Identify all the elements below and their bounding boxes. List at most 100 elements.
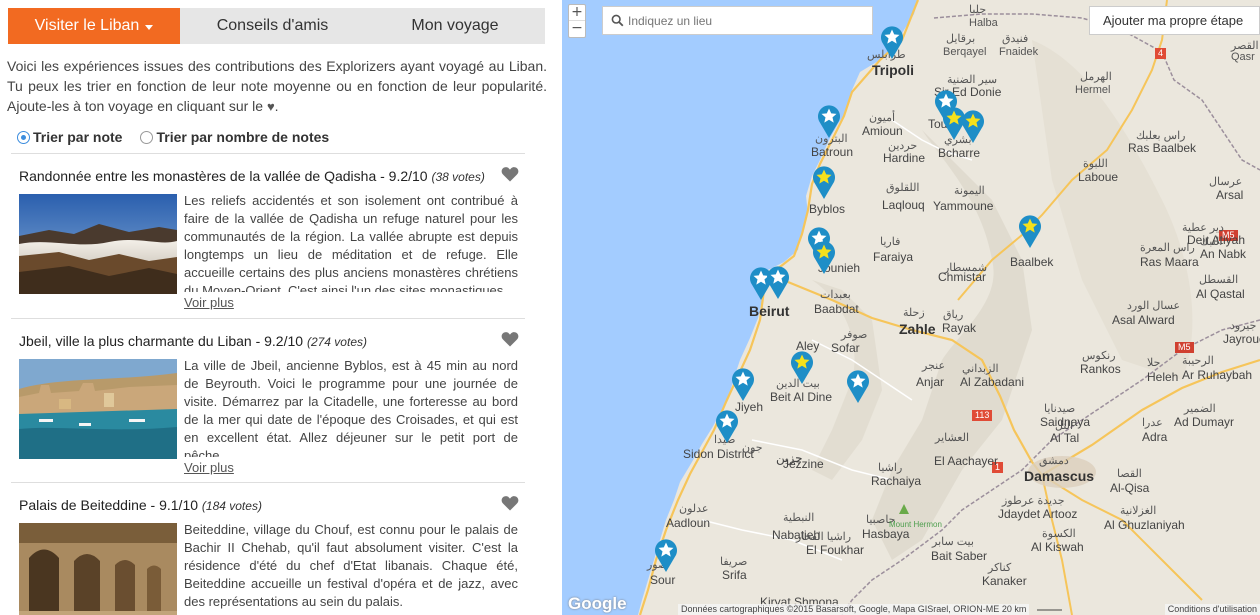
radio-selected-icon xyxy=(17,130,30,144)
place-label: عدرا xyxy=(1142,417,1163,429)
map[interactable]: 4 M5 M5 113 1 حلبا Halba طرابلس Tripoli … xyxy=(562,0,1260,615)
add-own-step-button[interactable]: Ajouter ma propre étape xyxy=(1089,6,1260,35)
place-label: Anjar xyxy=(916,375,945,389)
place-label: Qasr xyxy=(1231,51,1255,63)
map-pin-chouf[interactable] xyxy=(845,368,871,404)
experience-card: Randonnée entre les monastères de la val… xyxy=(11,153,525,318)
heart-icon[interactable] xyxy=(501,331,519,347)
place-label: الغزلانية xyxy=(1120,505,1157,517)
google-logo: Google xyxy=(568,594,627,613)
experience-title-text: Palais de Beiteddine - 9.1/10 xyxy=(19,497,199,513)
map-pin-jeita[interactable] xyxy=(811,239,837,275)
tab-mon-voyage[interactable]: Mon voyage xyxy=(365,8,545,44)
place-label: El Foukhar xyxy=(806,543,865,557)
place-label: Ar Ruhaybah xyxy=(1182,368,1253,382)
experience-title[interactable]: Palais de Beiteddine - 9.1/10 (184 votes… xyxy=(19,497,262,513)
caret-down-icon xyxy=(145,24,154,30)
map-scale: 20 km xyxy=(1001,604,1027,614)
place-label: Amioun xyxy=(862,124,903,138)
place-label: بعبدات xyxy=(820,289,851,301)
place-label: زحلة xyxy=(903,307,925,319)
experience-card: Jbeil, ville la plus charmante du Liban … xyxy=(11,318,525,482)
experience-description: La ville de Jbeil, ancienne Byblos, est … xyxy=(184,358,518,457)
place-label: Heleh xyxy=(1147,370,1179,384)
tab-visiter-le-liban[interactable]: Visiter le Liban xyxy=(8,8,180,44)
experience-title-text: Randonnée entre les monastères de la val… xyxy=(19,168,428,184)
map-pin-batroun[interactable] xyxy=(816,103,842,139)
place-label: Bcharre xyxy=(938,146,981,160)
place-label: Adra xyxy=(1142,430,1168,444)
zoom-in-button[interactable]: + xyxy=(569,5,585,21)
place-search-input[interactable] xyxy=(628,13,858,28)
tab-conseils-amis[interactable]: Conseils d'amis xyxy=(180,8,365,44)
map-pin-baalbek[interactable] xyxy=(1017,213,1043,249)
map-pin-sidon[interactable] xyxy=(714,408,740,444)
map-pin-bcharre[interactable] xyxy=(960,108,986,144)
tab-bar: Visiter le Liban Conseils d'amis Mon voy… xyxy=(8,8,545,44)
place-label: Yammoune xyxy=(933,199,994,213)
place-label: Sour xyxy=(650,573,676,587)
experience-photo-byblos[interactable] xyxy=(19,359,177,459)
sort-by-rating-radio[interactable]: Trier par note xyxy=(17,129,122,145)
place-label: Halba xyxy=(969,17,998,29)
experiences-panel: Visiter le Liban Conseils d'amis Mon voy… xyxy=(0,0,553,615)
place-label: Bait Saber xyxy=(931,549,988,563)
experience-title[interactable]: Jbeil, ville la plus charmante du Liban … xyxy=(19,333,367,349)
place-label: Rayak xyxy=(942,321,977,335)
place-label: Sofar xyxy=(831,341,860,355)
place-label: Laboue xyxy=(1078,170,1119,184)
sort-by-count-radio[interactable]: Trier par nombre de notes xyxy=(140,129,329,145)
place-label: Jezzine xyxy=(783,457,824,471)
map-pin-byblos[interactable] xyxy=(811,164,837,200)
zoom-out-button[interactable]: − xyxy=(569,21,585,37)
place-label: برقايل xyxy=(946,33,976,45)
place-label: بيت سابر xyxy=(932,536,974,548)
see-more-link[interactable]: Voir plus xyxy=(184,295,234,310)
place-label: Byblos xyxy=(809,202,846,216)
experience-photo-qadisha[interactable] xyxy=(19,194,177,294)
place-label: Beit Al Dine xyxy=(770,390,833,404)
place-label: فاريا xyxy=(880,236,901,248)
place-label: Ad Dumayr xyxy=(1174,415,1235,429)
place-label: Al Tal xyxy=(1050,431,1080,445)
tab-label: Mon voyage xyxy=(411,17,499,34)
place-label: Rachaiya xyxy=(871,474,922,488)
place-label: Hermel xyxy=(1075,84,1111,96)
experience-votes: (38 votes) xyxy=(431,170,485,184)
experience-title[interactable]: Randonnée entre les monastères de la val… xyxy=(19,168,485,184)
place-label: Zahle xyxy=(899,321,936,337)
experience-title-text: Jbeil, ville la plus charmante du Liban … xyxy=(19,333,304,349)
place-label: Fnaidek xyxy=(999,46,1039,58)
search-icon xyxy=(611,14,624,27)
place-label: اللقلوق xyxy=(886,182,920,194)
place-label: اليمونة xyxy=(954,185,985,197)
place-label: Rankos xyxy=(1080,362,1121,376)
tab-label: Conseils d'amis xyxy=(216,17,329,34)
place-label: Srifa xyxy=(722,568,747,582)
place-label: Al Kiswah xyxy=(1031,540,1084,554)
map-pin-beiteddine[interactable] xyxy=(789,349,815,385)
place-label: Arsal xyxy=(1216,188,1244,202)
heart-icon[interactable] xyxy=(501,495,519,511)
place-label: الرحيبة xyxy=(1182,355,1214,367)
map-pin-sour[interactable] xyxy=(653,537,679,573)
place-label: فنيدق xyxy=(1002,33,1029,45)
place-label: An Nabk xyxy=(1200,247,1247,261)
place-label: Chmistar xyxy=(938,270,987,284)
map-pin-beirut-2[interactable] xyxy=(765,264,791,300)
place-label: Jayroud xyxy=(1223,332,1260,346)
place-label: Ras Baalbek xyxy=(1128,141,1197,155)
place-label: Mount Hermon xyxy=(889,520,942,529)
place-label: Asal Alward xyxy=(1112,313,1175,327)
place-label: Batroun xyxy=(811,145,854,159)
map-pin-jiyeh[interactable] xyxy=(730,366,756,402)
experience-photo-beiteddine[interactable] xyxy=(19,523,177,615)
map-attribution-text: Données cartographiques ©2015 Basarsoft,… xyxy=(681,604,1000,614)
place-label: راس المعرة xyxy=(1140,242,1195,254)
terms-link[interactable]: Conditions d'utilisation xyxy=(1164,604,1260,615)
road-shield: 4 xyxy=(1155,48,1167,59)
see-more-link[interactable]: Voir plus xyxy=(184,460,234,475)
heart-icon[interactable] xyxy=(501,166,519,182)
place-label: حلا xyxy=(1147,357,1161,369)
map-pin-tripoli[interactable] xyxy=(879,24,905,60)
